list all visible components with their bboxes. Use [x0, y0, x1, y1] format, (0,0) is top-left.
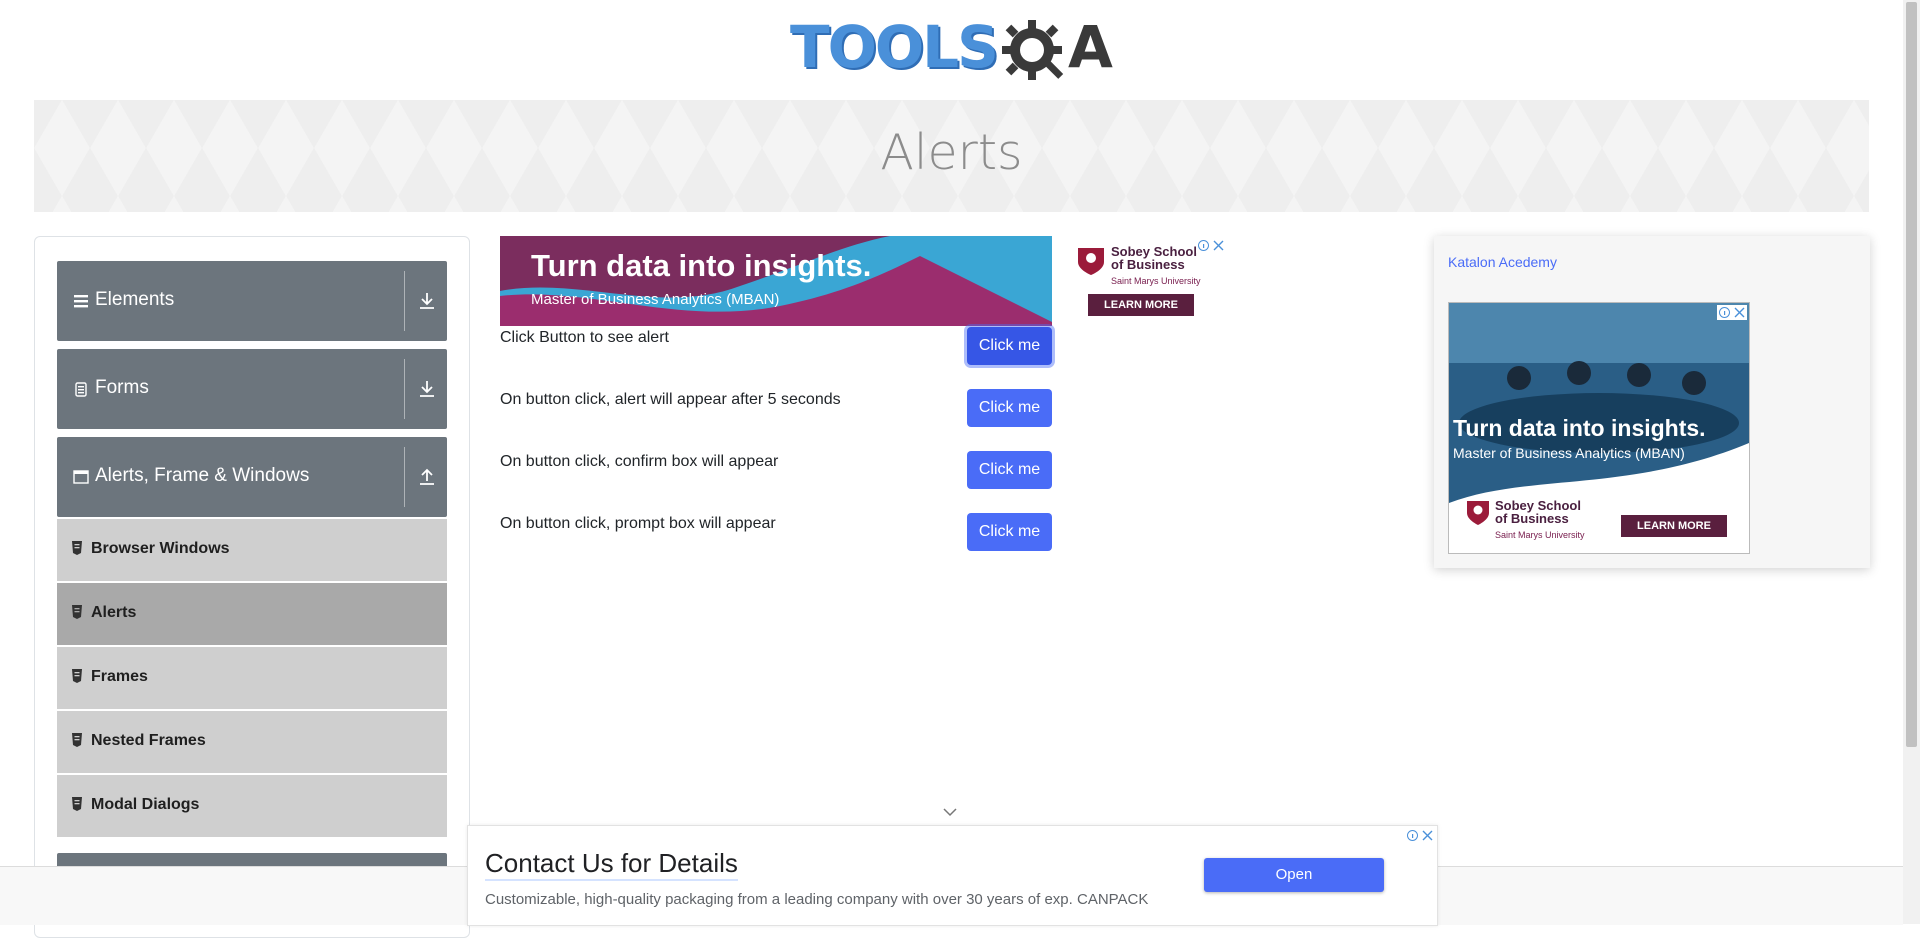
sidebar-group-label: Alerts, Frame & Windows [95, 465, 310, 486]
sidebar-item-label: Browser Windows [91, 540, 230, 557]
logo-text-a: A [1068, 13, 1113, 81]
sidebar-item-frames[interactable]: Frames [57, 647, 447, 711]
sidebar: Elements Forms Alerts, Frame & Windows B… [34, 236, 470, 938]
confirm-button[interactable]: Click me [967, 451, 1052, 489]
upload-icon [420, 468, 434, 485]
list-icon [74, 295, 88, 308]
ad-banner-top[interactable]: Turn data into insights. Master of Busin… [500, 236, 1228, 326]
sidebar-group-forms[interactable]: Forms [57, 349, 447, 429]
ad-right[interactable]: Turn data into insights. Master of Busin… [1448, 302, 1750, 554]
download-icon [420, 293, 434, 309]
sidebar-item-nested-frames[interactable]: Nested Frames [57, 711, 447, 775]
form-icon [75, 382, 87, 397]
window-icon [73, 470, 89, 484]
html5-icon [72, 605, 82, 619]
divider [404, 447, 405, 507]
html5-icon [72, 733, 82, 747]
katalon-academy-image-link[interactable]: Katalon Acedemy [1448, 254, 1557, 270]
sidebar-group-label: Elements [95, 289, 175, 310]
ad-headline: Turn data into insights. [531, 248, 872, 283]
sidebar-item-label: Nested Frames [91, 732, 206, 749]
ad-bottom[interactable]: Contact Us for Details Customizable, hig… [467, 825, 1438, 926]
prompt-button[interactable]: Click me [967, 513, 1052, 551]
ad-learn-more-button[interactable]: LEARN MORE [1088, 294, 1194, 316]
prompt-row-label: On button click, prompt box will appear [500, 515, 776, 532]
scrollbar-thumb[interactable] [1906, 2, 1917, 747]
download-icon [420, 381, 434, 397]
sidebar-item-label: Modal Dialogs [91, 796, 200, 813]
alert-row-label: Click Button to see alert [500, 329, 669, 346]
timer-alert-row-label: On button click, alert will appear after… [500, 391, 841, 408]
ad-headline: Turn data into insights. [1453, 415, 1706, 441]
html5-icon [72, 541, 82, 555]
ad-subline: Master of Business Analytics (MBAN) [531, 291, 780, 308]
sidebar-item-label: Frames [91, 668, 148, 685]
toolsqa-logo[interactable]: TOOLS A [790, 13, 1115, 92]
sidebar-group-alerts-frame-windows[interactable]: Alerts, Frame & Windows [57, 437, 447, 517]
sidebar-item-label: Alerts [91, 604, 137, 621]
logo-text-tools: TOOLS [790, 13, 999, 81]
ad-school-line2: of Business [1495, 511, 1569, 526]
chevron-down-icon[interactable] [942, 805, 958, 819]
gear-magnifier-icon [1002, 20, 1064, 80]
sidebar-group-elements[interactable]: Elements [57, 261, 447, 341]
html5-icon [72, 669, 82, 683]
page-title: Alerts [880, 124, 1023, 181]
ad-school-name: Sobey School of Business [1495, 499, 1581, 525]
page-banner: Alerts [34, 100, 1869, 212]
school-crest-icon [1078, 248, 1104, 275]
ad-school-name: Sobey School of Business [1111, 245, 1197, 271]
ad-open-button[interactable]: Open [1204, 858, 1384, 892]
ad-bottom-title[interactable]: Contact Us for Details [485, 848, 738, 881]
ad-subline: Master of Business Analytics (MBAN) [1453, 445, 1685, 461]
ad-bottom-description: Customizable, high-quality packaging fro… [485, 891, 1149, 908]
sidebar-item-alerts[interactable]: Alerts [57, 583, 447, 647]
divider [404, 359, 405, 419]
ad-school-line2: of Business [1111, 257, 1185, 272]
confirm-row-label: On button click, confirm box will appear [500, 453, 779, 470]
ad-choices-icon[interactable] [1405, 828, 1435, 843]
html5-icon [72, 797, 82, 811]
right-ad-panel: Katalon Acedemy Turn data into insights.… [1434, 236, 1870, 568]
sidebar-group-label: Forms [95, 377, 149, 398]
school-crest-icon [1467, 501, 1489, 525]
sidebar-item-modal-dialogs[interactable]: Modal Dialogs [57, 775, 447, 839]
sidebar-item-browser-windows[interactable]: Browser Windows [57, 519, 447, 583]
ad-university: Saint Marys University [1111, 276, 1201, 286]
ad-choices-icon[interactable] [1717, 305, 1747, 320]
timer-alert-button[interactable]: Click me [967, 389, 1052, 427]
ad-learn-more-button[interactable]: LEARN MORE [1621, 515, 1727, 537]
ad-university: Saint Marys University [1495, 530, 1585, 540]
divider [404, 271, 405, 331]
alert-button[interactable]: Click me [967, 327, 1052, 365]
ad-choices-icon[interactable] [1196, 238, 1226, 253]
